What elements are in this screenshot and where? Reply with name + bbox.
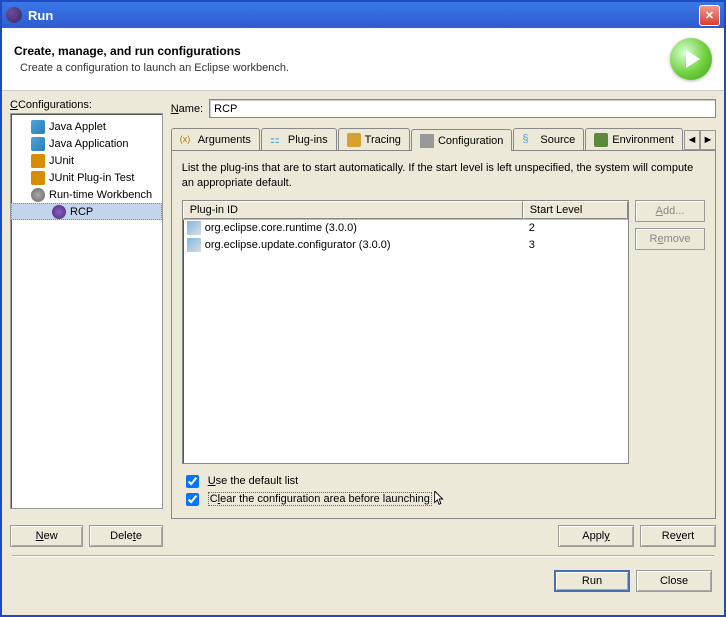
window-title: Run (28, 8, 699, 23)
configurations-label: Configurations: (11, 99, 92, 111)
table-row[interactable]: org.eclipse.update.configurator (3.0.0) … (183, 237, 628, 254)
tab-environment[interactable]: Environment (585, 128, 683, 150)
plugin-icon (187, 238, 201, 252)
run-decor-icon (670, 38, 712, 80)
col-plugin-id[interactable]: Plug-in ID (183, 201, 523, 219)
config-hint-text: List the plug-ins that are to start auto… (182, 161, 705, 192)
run-button[interactable]: Run (554, 570, 630, 592)
header-subtitle: Create a configuration to launch an Ecli… (20, 62, 670, 74)
separator (12, 555, 714, 556)
close-icon[interactable]: ✕ (699, 5, 720, 26)
eclipse-icon (6, 7, 22, 23)
plugins-icon (270, 133, 284, 147)
delete-button[interactable]: DeleteDelete (89, 525, 162, 547)
plugins-table[interactable]: Plug-in ID Start Level org.eclipse.core.… (182, 200, 629, 464)
environment-icon (594, 133, 608, 147)
app-icon (31, 137, 45, 151)
new-button[interactable]: NeNeww (10, 525, 83, 547)
tab-strip: Arguments Plug-ins Tracing Configuration… (171, 128, 716, 151)
rcp-icon (52, 205, 66, 219)
name-input[interactable] (209, 99, 716, 118)
workbench-icon (31, 188, 45, 202)
col-start-level[interactable]: Start Level (523, 201, 628, 219)
titlebar[interactable]: Run ✕ (0, 0, 726, 28)
plugin-icon (187, 221, 201, 235)
tree-item-junit-plugin-test[interactable]: JUnit Plug-in Test (11, 169, 162, 186)
tree-item-java-application[interactable]: Java Application (11, 135, 162, 152)
tab-plugins[interactable]: Plug-ins (261, 128, 337, 150)
tree-item-rcp[interactable]: RCP (11, 203, 162, 220)
tab-configuration[interactable]: Configuration (411, 129, 512, 151)
configuration-icon (420, 134, 434, 148)
tree-item-junit[interactable]: JUnit (11, 152, 162, 169)
arguments-icon (180, 133, 194, 147)
apply-button[interactable]: ApplyApply (558, 525, 634, 547)
use-default-list-checkbox[interactable]: Use the default listUse the default list (182, 472, 705, 490)
tree-item-runtime-workbench[interactable]: −Run-time Workbench (11, 186, 162, 203)
tree-item-java-applet[interactable]: Java Applet (11, 118, 162, 135)
tab-source[interactable]: Source (513, 128, 584, 150)
mouse-cursor-icon (434, 491, 446, 507)
table-row[interactable]: org.eclipse.core.runtime (3.0.0) 2 (183, 220, 628, 237)
revert-button[interactable]: RevertRevert (640, 525, 716, 547)
applet-icon (31, 120, 45, 134)
add-button[interactable]: Add...Add... (635, 200, 705, 222)
dialog-header: Create, manage, and run configurations C… (2, 28, 724, 91)
configurations-tree[interactable]: Java Applet Java Application JUnit JUnit… (10, 113, 163, 509)
junit-icon (31, 171, 45, 185)
junit-icon (31, 154, 45, 168)
tabs-scroll-left[interactable]: ◄ (684, 130, 700, 150)
remove-button[interactable]: RemoveRemove (635, 228, 705, 250)
tabs-scroll-right[interactable]: ► (700, 130, 716, 150)
tab-arguments[interactable]: Arguments (171, 128, 260, 150)
source-icon (522, 133, 536, 147)
tracing-icon (347, 133, 361, 147)
header-title: Create, manage, and run configurations (14, 44, 670, 58)
close-button[interactable]: Close (636, 570, 712, 592)
tab-tracing[interactable]: Tracing (338, 128, 410, 150)
clear-config-area-checkbox[interactable]: Clear the configuration area before laun… (182, 490, 705, 508)
